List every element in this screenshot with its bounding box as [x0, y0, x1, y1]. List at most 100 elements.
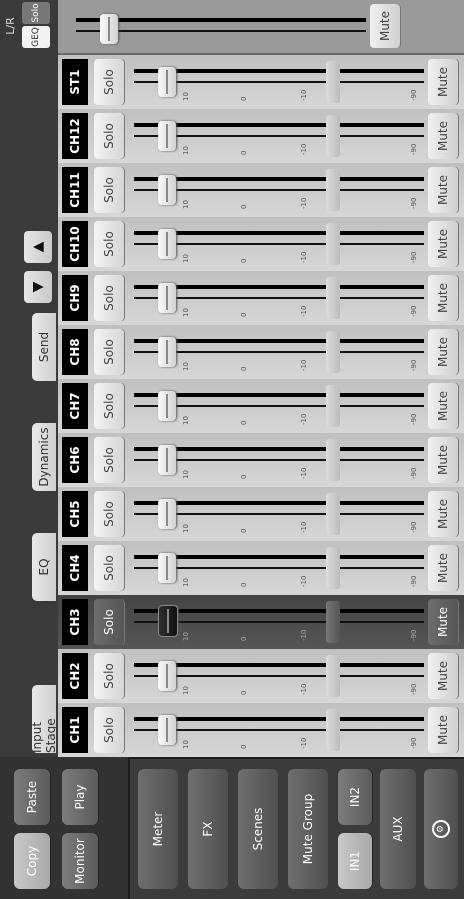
channel-label[interactable]: CH6 — [62, 437, 88, 483]
tab-eq[interactable]: EQ — [32, 533, 56, 601]
lr-fader-knob[interactable] — [100, 14, 118, 44]
fader-knob[interactable] — [158, 229, 176, 259]
pan-knob[interactable] — [326, 277, 340, 319]
channel-label[interactable]: ST1 — [62, 59, 88, 105]
pan-knob[interactable] — [326, 61, 340, 103]
mute-button[interactable]: Mute — [428, 329, 458, 375]
pan-knob[interactable] — [326, 385, 340, 427]
mute-button[interactable]: Mute — [428, 545, 458, 591]
fader-knob[interactable] — [158, 661, 176, 691]
channel-label[interactable]: CH2 — [62, 653, 88, 699]
channel-label[interactable]: CH11 — [62, 167, 88, 213]
mute-button[interactable]: Mute — [428, 113, 458, 159]
solo-button[interactable]: Solo — [94, 167, 124, 213]
level-meter — [134, 69, 424, 73]
channel-label[interactable]: CH1 — [62, 707, 88, 753]
mute-button[interactable]: Mute — [428, 653, 458, 699]
scale-0: 0 — [240, 420, 248, 425]
mute-button[interactable]: Mute — [428, 383, 458, 429]
solo-button[interactable]: Solo — [94, 383, 124, 429]
pan-knob[interactable] — [326, 547, 340, 589]
mute-button[interactable]: Mute — [428, 275, 458, 321]
level-meter — [134, 177, 424, 181]
meter-button[interactable]: Meter — [138, 769, 178, 889]
chevron-up-icon: ▲ — [30, 241, 46, 253]
tab-dynamics[interactable]: Dynamics — [32, 423, 56, 491]
solo-button[interactable]: Solo — [94, 545, 124, 591]
pan-knob[interactable] — [326, 169, 340, 211]
tab-input-stage[interactable]: Input Stage — [30, 685, 58, 753]
fader-knob[interactable] — [158, 715, 176, 745]
fader-knob[interactable] — [158, 553, 176, 583]
fader-knob[interactable] — [158, 605, 178, 637]
tab-send[interactable]: Send — [32, 313, 56, 381]
fader-knob[interactable] — [158, 283, 176, 313]
lr-solo-button[interactable]: Solo — [22, 2, 50, 24]
in1-button[interactable]: IN1 — [338, 833, 372, 889]
fader-knob[interactable] — [158, 445, 176, 475]
pan-knob[interactable] — [326, 709, 340, 751]
pan-knob[interactable] — [326, 115, 340, 157]
scroll-down-button[interactable]: ▼ — [24, 271, 52, 303]
monitor-button[interactable]: Monitor — [62, 833, 98, 889]
mute-button[interactable]: Mute — [428, 437, 458, 483]
fader-track — [134, 729, 424, 731]
play-button[interactable]: Play — [62, 769, 98, 825]
fader-knob[interactable] — [158, 391, 176, 421]
channel-label[interactable]: CH10 — [62, 221, 88, 267]
copy-button[interactable]: Copy — [14, 833, 50, 889]
solo-button[interactable]: Solo — [94, 113, 124, 159]
scale-0: 0 — [240, 744, 248, 749]
mute-button[interactable]: Mute — [428, 221, 458, 267]
solo-button[interactable]: Solo — [94, 59, 124, 105]
pan-knob[interactable] — [326, 601, 340, 643]
fader-knob[interactable] — [158, 67, 176, 97]
pan-knob[interactable] — [326, 655, 340, 697]
channel-strip: ST1 Solo 10 0 -10 -90 Mute — [58, 53, 464, 109]
scroll-up-button[interactable]: ▲ — [24, 231, 52, 263]
solo-button[interactable]: Solo — [94, 275, 124, 321]
solo-button[interactable]: Solo — [94, 329, 124, 375]
solo-button[interactable]: Solo — [94, 491, 124, 537]
pan-knob[interactable] — [326, 331, 340, 373]
fx-button[interactable]: FX — [188, 769, 228, 889]
pan-knob[interactable] — [326, 493, 340, 535]
channel-label[interactable]: CH3 — [62, 599, 88, 645]
in2-button[interactable]: IN2 — [338, 769, 372, 825]
geq-button[interactable]: GEQ — [22, 26, 50, 48]
channel-label[interactable]: CH5 — [62, 491, 88, 537]
solo-button[interactable]: Solo — [94, 599, 124, 645]
scale-minus-90: -90 — [410, 467, 418, 479]
screen: Copy Paste Monitor Play Meter FX Scenes … — [0, 0, 464, 899]
fader-knob[interactable] — [158, 337, 176, 367]
mute-group-button[interactable]: Mute Group — [288, 769, 328, 889]
settings-button[interactable]: ⚙ — [424, 769, 458, 889]
fader-knob[interactable] — [158, 499, 176, 529]
solo-button[interactable]: Solo — [94, 653, 124, 699]
channel-label[interactable]: CH9 — [62, 275, 88, 321]
level-meter — [134, 393, 424, 397]
channel-label[interactable]: CH7 — [62, 383, 88, 429]
aux-button[interactable]: AUX — [380, 769, 416, 889]
lr-mute-button[interactable]: Mute — [370, 4, 400, 48]
solo-button[interactable]: Solo — [94, 707, 124, 753]
solo-button[interactable]: Solo — [94, 437, 124, 483]
scenes-button[interactable]: Scenes — [238, 769, 278, 889]
mute-button[interactable]: Mute — [428, 491, 458, 537]
pan-knob[interactable] — [326, 439, 340, 481]
pan-knob[interactable] — [326, 223, 340, 265]
channel-label[interactable]: CH8 — [62, 329, 88, 375]
mute-button[interactable]: Mute — [428, 59, 458, 105]
level-meter — [134, 231, 424, 235]
mute-button[interactable]: Mute — [428, 599, 458, 645]
fader-track — [134, 243, 424, 245]
fader-knob[interactable] — [158, 175, 176, 205]
fader-knob[interactable] — [158, 121, 176, 151]
channel-label[interactable]: CH4 — [62, 545, 88, 591]
mute-button[interactable]: Mute — [428, 167, 458, 213]
mute-button[interactable]: Mute — [428, 707, 458, 753]
channel-label[interactable]: CH12 — [62, 113, 88, 159]
channel-strip: CH6 Solo 10 0 -10 -90 Mute — [58, 431, 464, 487]
solo-button[interactable]: Solo — [94, 221, 124, 267]
paste-button[interactable]: Paste — [14, 769, 50, 825]
